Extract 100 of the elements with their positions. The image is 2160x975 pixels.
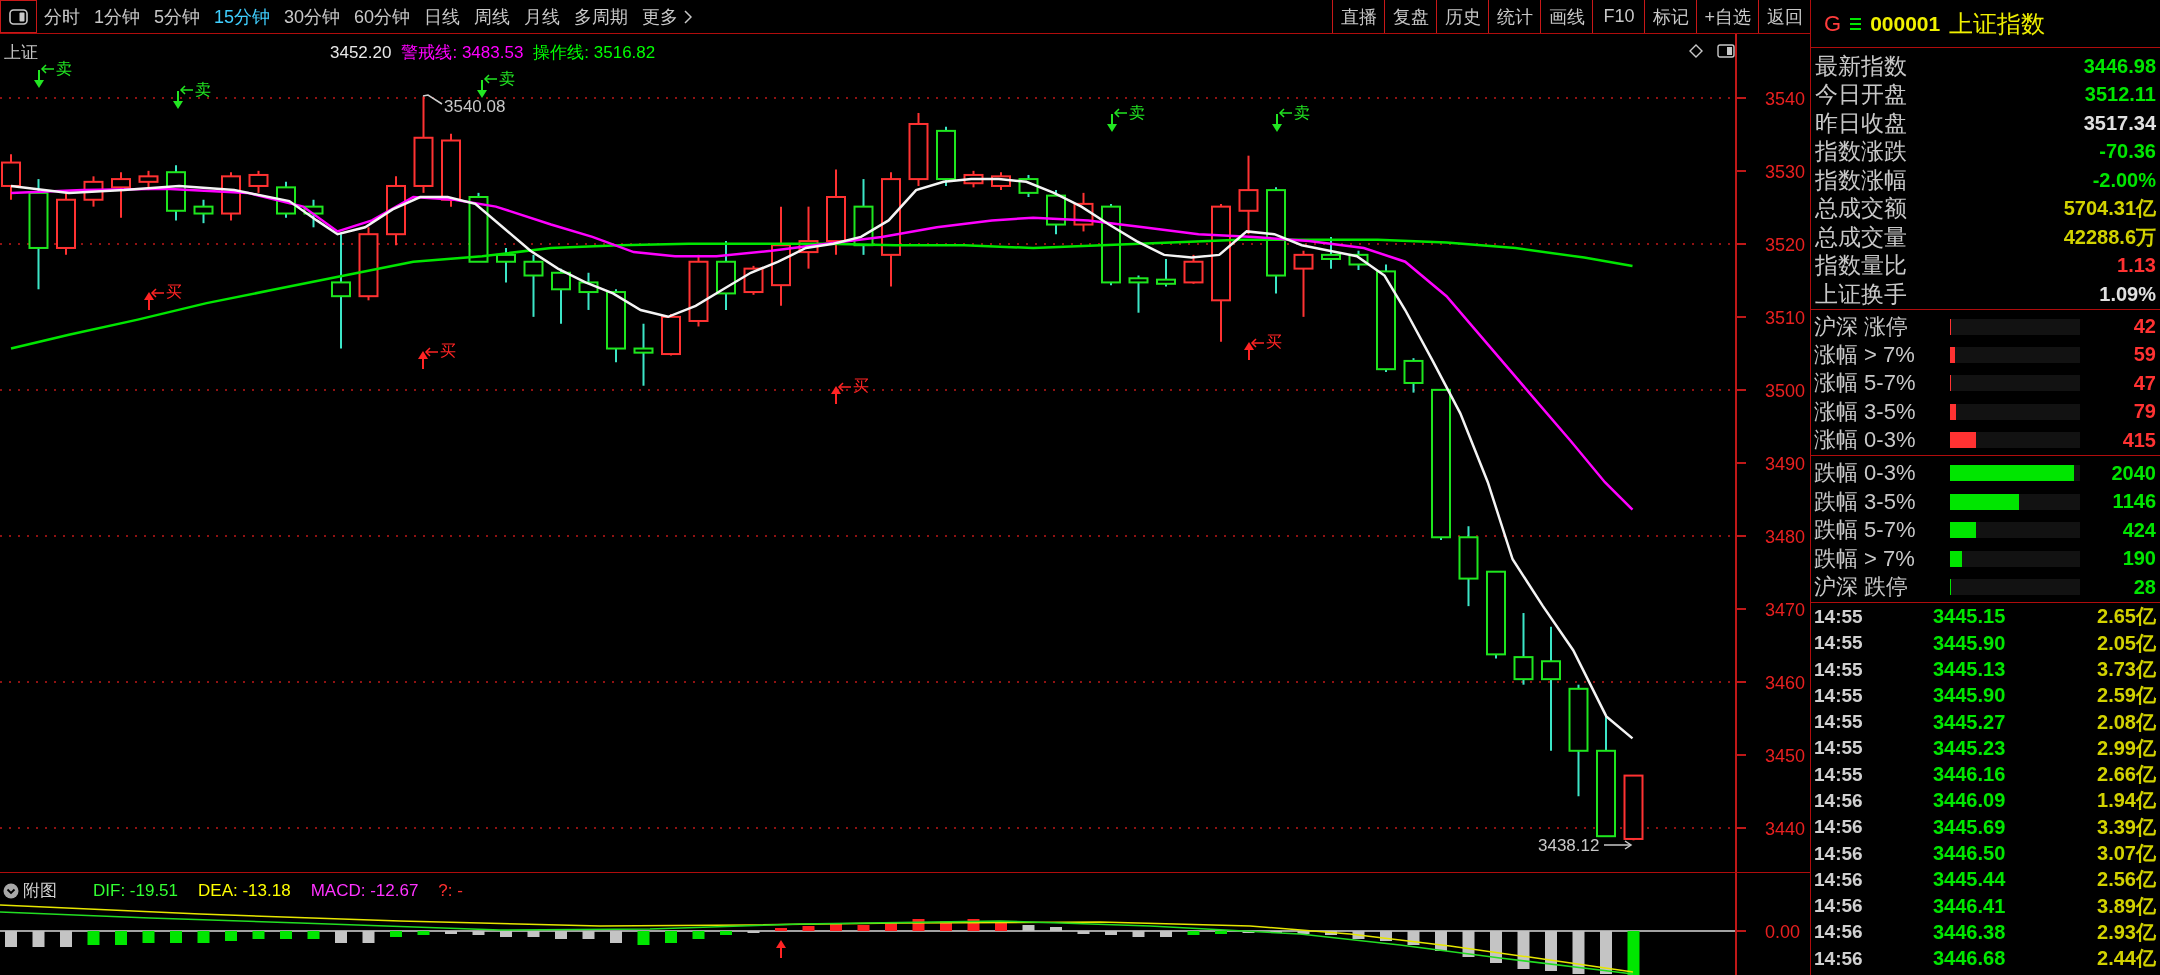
tick-time: 14:56 <box>1814 790 1864 812</box>
up-arrow-icon <box>776 940 786 959</box>
tick-time: 14:55 <box>1814 658 1864 681</box>
period-tab[interactable]: 60分钟 <box>347 0 418 33</box>
tick-price: 3445.27 <box>1933 710 2007 734</box>
histogram-bar <box>1627 931 1640 975</box>
menu-icon[interactable] <box>1850 16 1862 31</box>
period-tab[interactable]: 多周期 <box>567 0 636 33</box>
candlestick <box>1128 274 1149 314</box>
histogram-bar <box>1022 925 1035 931</box>
tick-time: 14:56 <box>1814 868 1864 891</box>
tick-price: 3446.38 <box>1933 920 2007 944</box>
histogram-bar <box>885 922 897 931</box>
stat-label: 指数涨跌 <box>1815 137 1907 167</box>
stat-label: 指数量比 <box>1815 251 1907 281</box>
histogram-bar <box>802 926 815 931</box>
index-name: 上证指数 <box>1949 8 2046 39</box>
toolbar-button[interactable]: +自选 <box>1696 0 1758 33</box>
toolbar-button[interactable]: 标记 <box>1644 0 1697 33</box>
histogram-bar <box>362 931 375 943</box>
stat-value: 3517.34 <box>2083 111 2156 135</box>
candlestick <box>166 164 186 222</box>
candlestick <box>1348 249 1369 271</box>
leader-arrow <box>1603 840 1633 850</box>
toolbar-button[interactable]: 画线 <box>1540 0 1593 33</box>
toolbar-button[interactable]: 统计 <box>1488 0 1541 33</box>
breadth-label: 涨幅 0-3% <box>1814 426 1917 455</box>
candlestick <box>83 175 104 208</box>
stat-value: 1.09% <box>2099 282 2156 306</box>
period-tab[interactable]: 月线 <box>517 0 568 33</box>
breadth-count: 2040 <box>2110 461 2156 485</box>
histogram-bar <box>1325 931 1337 935</box>
breadth-count: 415 <box>2121 428 2156 452</box>
candlestick <box>991 171 1011 192</box>
candlestick <box>1293 249 1314 318</box>
tick-amount: 3.73亿 <box>2097 657 2156 682</box>
tick-time: 14:55 <box>1814 632 1864 655</box>
indicator-label: ?: - <box>438 880 463 901</box>
tick-price: 3445.44 <box>1933 868 2007 892</box>
toggle-switch-icon[interactable] <box>1717 44 1735 58</box>
breadth-count: 424 <box>2121 518 2156 542</box>
histogram-bar <box>857 925 870 931</box>
histogram-bar <box>995 922 1007 931</box>
axis-label: 3440 <box>1765 819 1806 839</box>
down-arrow-icon <box>34 64 55 88</box>
up-arrow-icon <box>831 382 852 405</box>
candlestick <box>1403 357 1424 394</box>
tick-amount: 2.66亿 <box>2097 762 2156 788</box>
signal-label: 卖 <box>1294 104 1310 121</box>
period-tab[interactable]: 日线 <box>417 0 468 33</box>
period-tab[interactable]: 周线 <box>467 0 518 33</box>
toolbar-button[interactable]: 返回 <box>1758 0 1810 33</box>
period-tab[interactable]: 15分钟 <box>207 0 278 33</box>
more-menu[interactable]: 更多 <box>635 0 700 33</box>
histogram-bar <box>637 931 650 945</box>
diamond-icon[interactable] <box>1689 44 1703 58</box>
histogram-bar <box>692 931 705 939</box>
price-label: 3540.08 <box>444 97 506 116</box>
histogram-bar <box>1187 931 1200 935</box>
histogram-bar <box>1545 931 1557 971</box>
axis-label: 3460 <box>1765 673 1806 693</box>
leader-line <box>422 94 443 105</box>
histogram-bar <box>1132 931 1145 937</box>
axis-label: 3520 <box>1765 235 1806 255</box>
histogram-bar <box>1077 931 1090 934</box>
tick-amount: 2.05亿 <box>2097 630 2156 656</box>
tick-time: 14:55 <box>1814 684 1864 707</box>
histogram-bar <box>1297 931 1310 934</box>
toolbar-button[interactable]: 直播 <box>1332 0 1385 33</box>
toolbar-button[interactable]: 复盘 <box>1384 0 1437 33</box>
toggle-button[interactable] <box>0 0 37 33</box>
toolbar-button[interactable]: F10 <box>1592 0 1645 33</box>
tick-price: 3445.13 <box>1933 658 2007 681</box>
stat-label: 上证换手 <box>1815 279 1907 309</box>
period-tab[interactable]: 5分钟 <box>147 0 208 33</box>
tick-price: 3445.23 <box>1933 736 2007 760</box>
chevron-down-icon[interactable] <box>3 882 19 899</box>
period-tab[interactable]: 分时 <box>37 0 87 33</box>
tick-amount: 2.44亿 <box>2097 946 2156 972</box>
histogram-bar <box>280 931 292 939</box>
market-label: G <box>1824 10 1842 37</box>
breadth-count: 79 <box>2132 400 2156 424</box>
histogram-bar <box>1215 931 1227 934</box>
candlestick <box>1623 774 1644 842</box>
tick-price: 3445.90 <box>1933 631 2007 655</box>
period-tab[interactable]: 30分钟 <box>277 0 348 33</box>
breadth-label: 跌幅 > 7% <box>1814 544 1916 573</box>
histogram-bar <box>252 931 265 939</box>
period-tab[interactable]: 1分钟 <box>87 0 147 33</box>
histogram-bar <box>1572 931 1585 974</box>
signal-label: 卖 <box>195 81 211 98</box>
axis-label: 3450 <box>1765 746 1806 766</box>
candlestick <box>248 169 269 194</box>
histogram-bar <box>1380 931 1392 941</box>
breadth-label: 涨幅 5-7% <box>1814 369 1917 398</box>
toolbar-button[interactable]: 历史 <box>1436 0 1489 33</box>
indicator-label: MACD: -12.67 <box>310 880 419 901</box>
tick-price: 3445.15 <box>1933 605 2007 629</box>
histogram-bar <box>720 931 732 935</box>
stat-value: 1.13 <box>2117 254 2156 278</box>
